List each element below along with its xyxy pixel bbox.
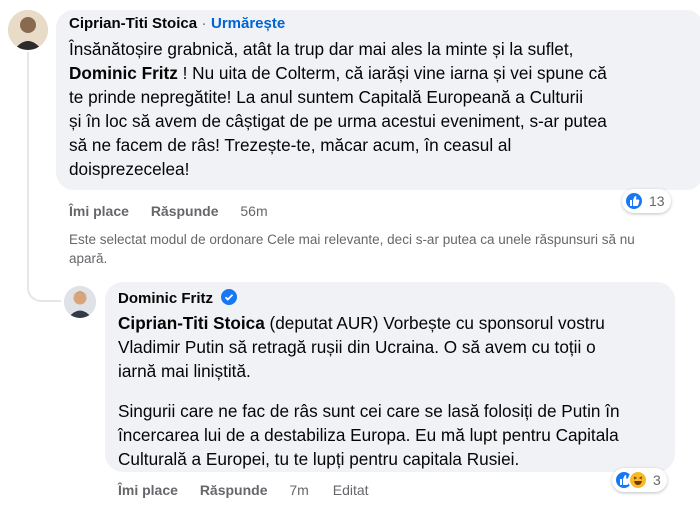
thread-connector — [27, 284, 61, 302]
haha-reaction-icon — [628, 470, 648, 490]
comment-timestamp[interactable]: 56m — [240, 203, 267, 219]
comment-line: Însănătoșire grabnică, atât la trup dar … — [69, 39, 574, 59]
like-button[interactable]: Îmi place — [69, 203, 129, 219]
comment-header: Ciprian-Titi Stoica · Urmărește — [69, 15, 285, 33]
comment-author[interactable]: Ciprian-Titi Stoica — [69, 15, 197, 32]
reply-line: Culturală a Europei, tu te lupți pentru … — [118, 449, 520, 469]
profile-avatar-icon — [64, 286, 96, 318]
comment-line: doisprezecelea! — [69, 159, 190, 179]
sort-notice-line: apară. — [69, 251, 108, 266]
comment-line: să ne facem de râs! Trezește-te, măcar a… — [69, 135, 512, 155]
reply-line: Singurii care ne fac de râs sunt cei car… — [118, 401, 620, 421]
reaction-count: 3 — [653, 472, 661, 488]
reply-actions: Îmi place Răspunde 7m Editat — [118, 482, 369, 498]
reply-header: Dominic Fritz — [118, 289, 238, 308]
mention-link[interactable]: Ciprian-Titi Stoica — [118, 313, 265, 333]
comment-actions: Îmi place Răspunde 56m — [69, 203, 288, 219]
replier-avatar[interactable] — [64, 286, 96, 318]
comment-line: și în loc să avem de câștigat de pe urma… — [69, 111, 607, 131]
sort-notice: Este selectat modul de ordonare Cele mai… — [69, 230, 699, 268]
profile-avatar-icon — [8, 10, 48, 50]
thread-line — [27, 52, 29, 290]
edited-label: Editat — [332, 482, 369, 498]
reply-line-text: (deputat AUR) Vorbește cu sponsorul vost… — [264, 313, 605, 333]
comment-body: Însănătoșire grabnică, atât la trup dar … — [69, 37, 607, 181]
reply-line: Vladimir Putin să retragă rușii din Ucra… — [118, 337, 596, 357]
mention-link[interactable]: Dominic Fritz — [69, 63, 178, 83]
comment-line: Dominic Fritz ! Nu uita de Colterm, că i… — [69, 61, 607, 85]
comment-line: te prinde nepregătite! La anul suntem Ca… — [69, 87, 584, 107]
like-reaction-icon — [624, 191, 644, 211]
reply-author[interactable]: Dominic Fritz — [118, 290, 213, 307]
commenter-avatar[interactable] — [8, 10, 48, 50]
reply-body: Ciprian-Titi Stoica (deputat AUR) Vorbeș… — [118, 311, 620, 471]
sort-notice-line: Este selectat modul de ordonare Cele mai… — [69, 232, 635, 247]
reply-button[interactable]: Răspunde — [151, 203, 219, 219]
verified-badge-icon — [221, 289, 238, 305]
like-button[interactable]: Îmi place — [118, 482, 178, 498]
comment-line-text: ! Nu uita de Colterm, că iarăși vine iar… — [177, 63, 607, 83]
reply-timestamp[interactable]: 7m — [289, 482, 308, 498]
separator-dot: · — [201, 15, 207, 32]
reply-button[interactable]: Răspunde — [200, 482, 268, 498]
follow-link[interactable]: Urmărește — [211, 15, 285, 32]
reply-line: Ciprian-Titi Stoica (deputat AUR) Vorbeș… — [118, 311, 620, 335]
reaction-summary[interactable]: 13 — [622, 189, 671, 213]
reply-line: încercarea lui de a destabiliza Europa. … — [118, 425, 619, 445]
reply-line: iarnă mai liniștită. — [118, 361, 251, 381]
reaction-summary[interactable]: 3 — [612, 468, 667, 492]
reaction-count: 13 — [649, 193, 665, 209]
